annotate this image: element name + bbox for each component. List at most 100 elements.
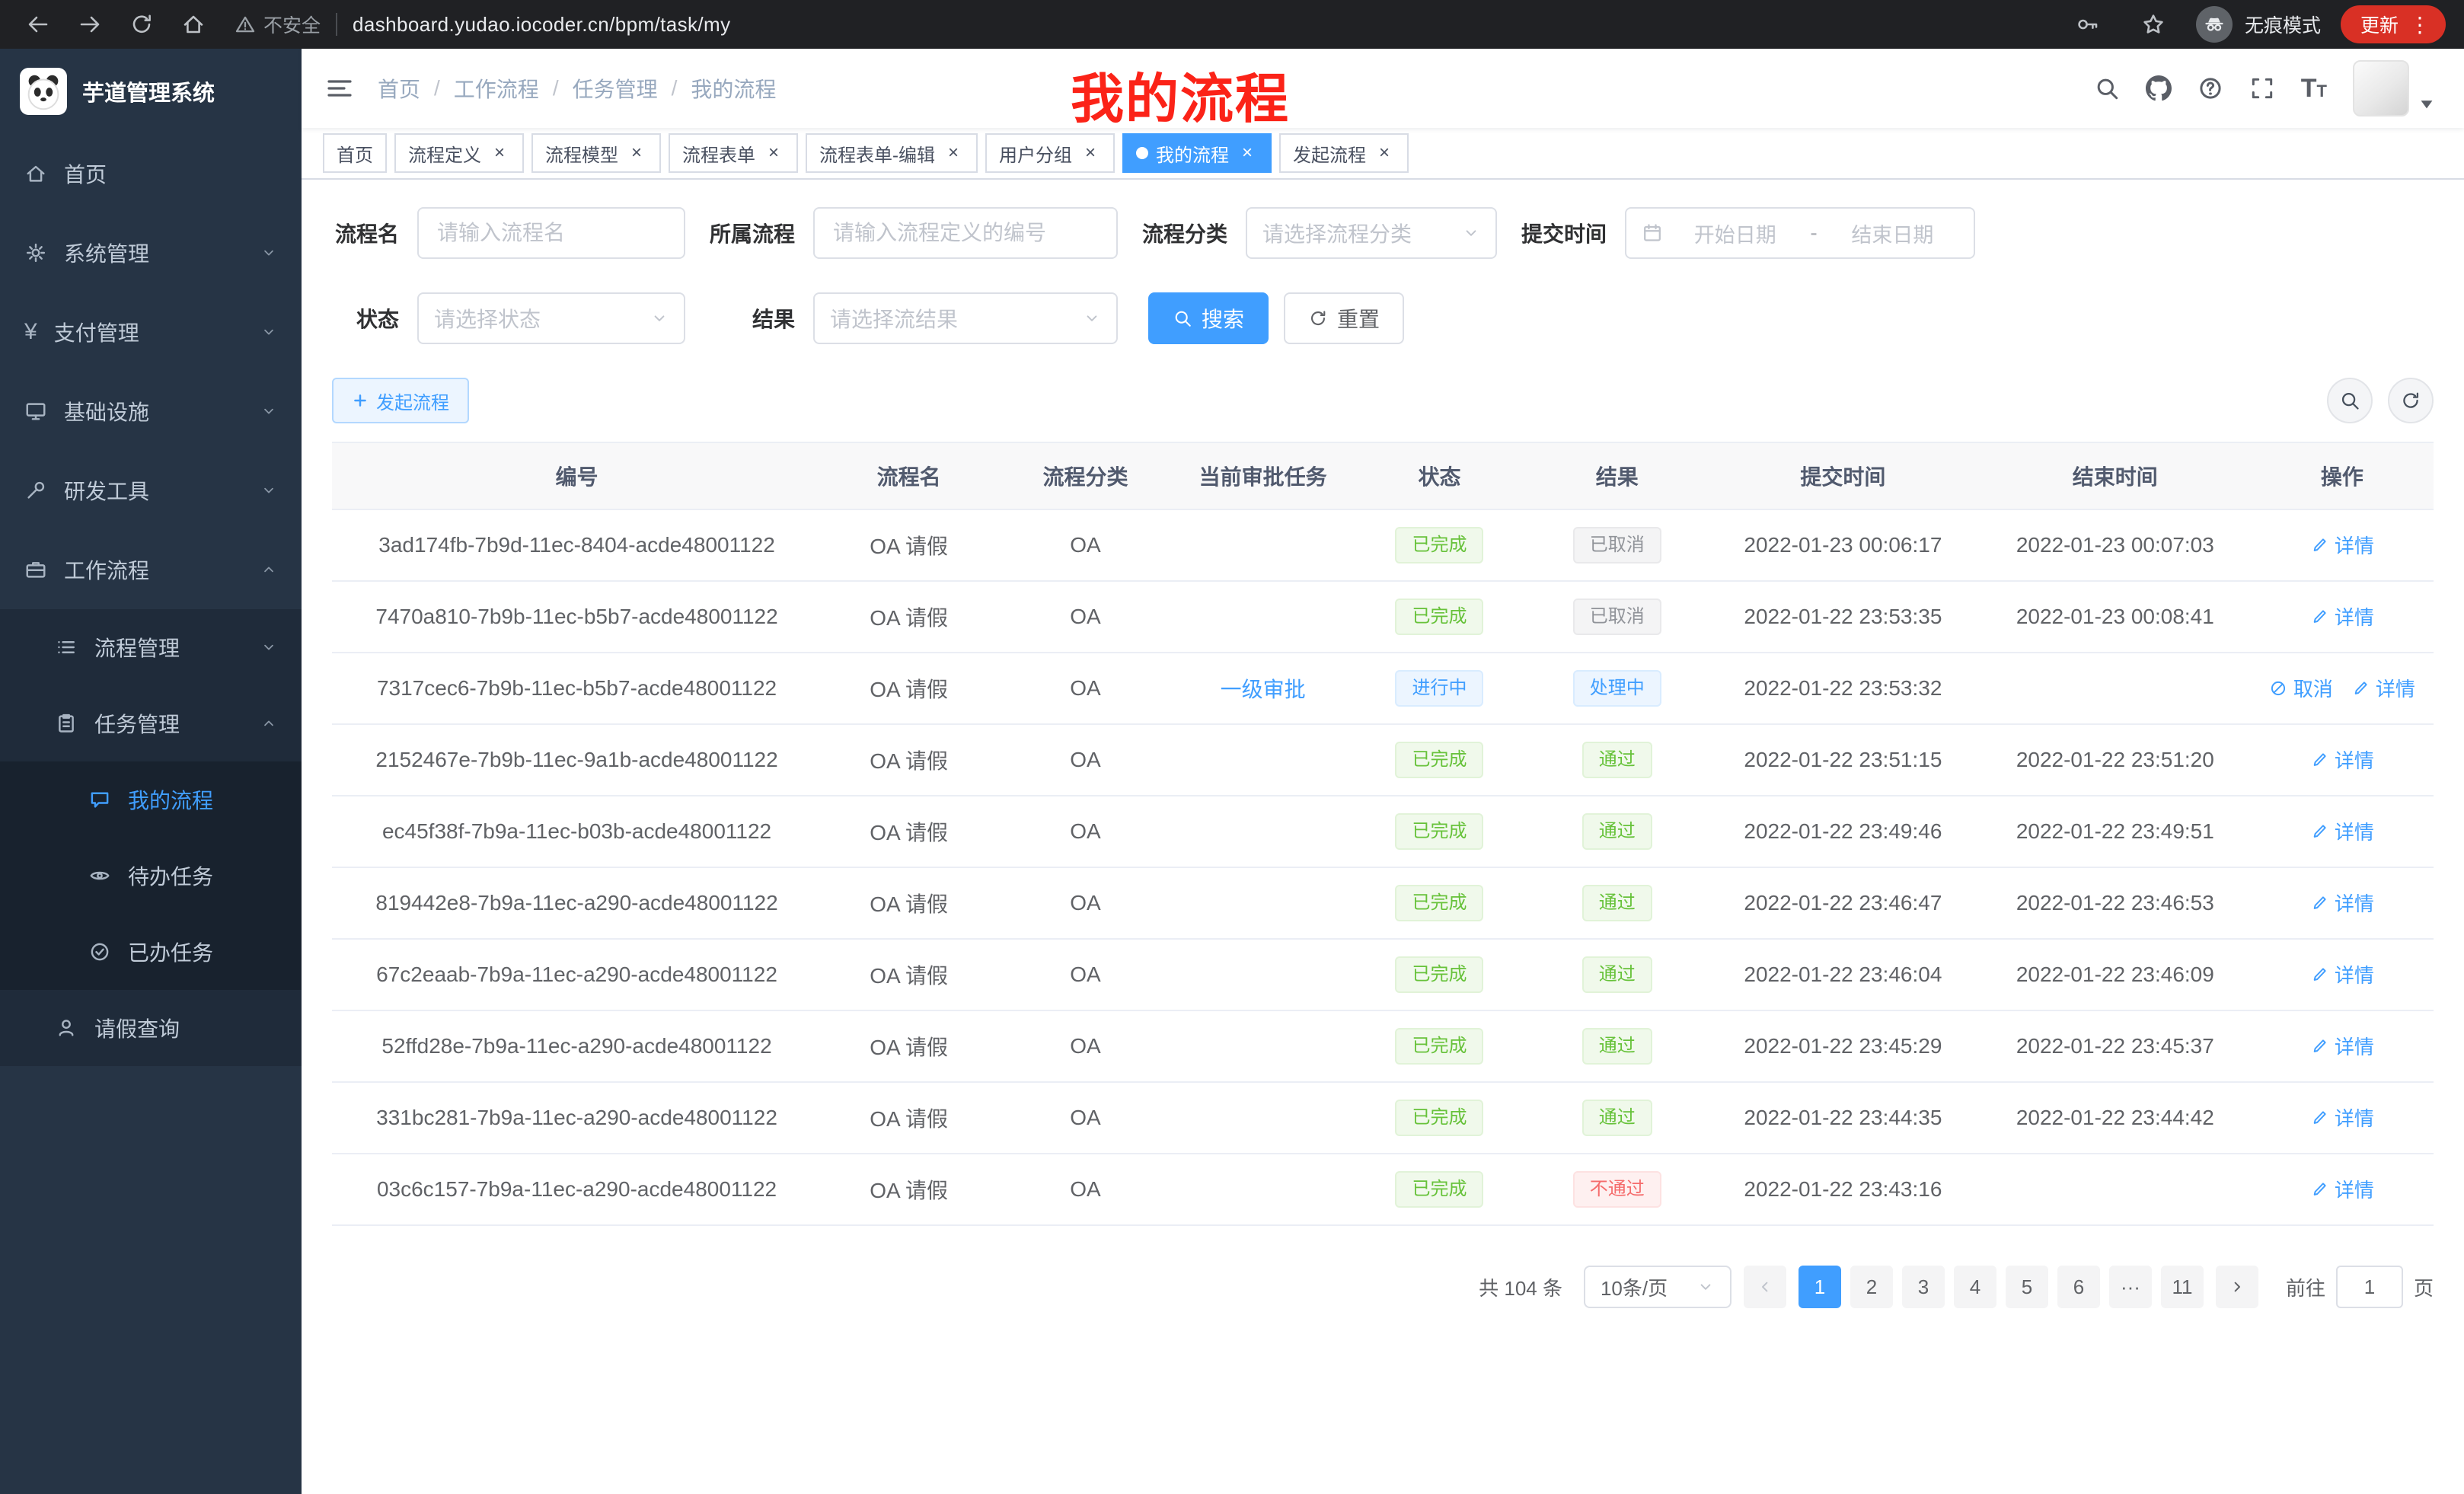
table-row: 67c2eaab-7b9a-11ec-a290-acde48001122OA 请…: [332, 939, 2434, 1010]
page-button[interactable]: 1: [1799, 1266, 1841, 1308]
breadcrumb-item[interactable]: 工作流程: [454, 73, 539, 104]
process-definition-input[interactable]: [813, 207, 1118, 259]
detail-action-link[interactable]: 详情: [2310, 817, 2374, 845]
github-icon[interactable]: [2146, 75, 2172, 101]
page-button[interactable]: 11: [2161, 1266, 2204, 1308]
home-icon: [24, 162, 47, 185]
warning-icon: [235, 14, 256, 35]
close-icon[interactable]: ×: [626, 142, 647, 164]
cell-actions: 详情: [2251, 1082, 2434, 1154]
tab-item[interactable]: 流程定义×: [394, 133, 524, 173]
browser-back-icon[interactable]: [15, 12, 61, 37]
close-icon[interactable]: ×: [763, 142, 784, 164]
sidebar-item[interactable]: 系统管理: [0, 213, 302, 292]
avatar[interactable]: [2353, 60, 2409, 117]
detail-action-link[interactable]: 详情: [2310, 960, 2374, 988]
result-badge: 已取消: [1573, 599, 1661, 635]
breadcrumb-item[interactable]: 首页: [378, 73, 420, 104]
status-select[interactable]: 请选择状态: [417, 292, 685, 344]
tab-item[interactable]: 我的流程×: [1122, 133, 1272, 173]
security-indicator[interactable]: 不安全: [235, 11, 321, 38]
category-select[interactable]: 请选择流程分类: [1246, 207, 1497, 259]
process-name-input[interactable]: [417, 207, 685, 259]
browser-home-icon[interactable]: [171, 12, 216, 37]
next-page-button[interactable]: [2216, 1266, 2258, 1308]
hamburger-icon[interactable]: [326, 76, 353, 101]
help-icon[interactable]: [2197, 75, 2223, 101]
tab-item[interactable]: 流程表单-编辑×: [806, 133, 978, 173]
prev-page-button[interactable]: [1744, 1266, 1786, 1308]
font-size-icon[interactable]: TT: [2301, 75, 2327, 101]
detail-action-link[interactable]: 详情: [2310, 1103, 2374, 1132]
detail-action-link[interactable]: 详情: [2310, 1032, 2374, 1060]
page-button[interactable]: 6: [2057, 1266, 2100, 1308]
tab-item[interactable]: 流程模型×: [531, 133, 661, 173]
app-logo-row[interactable]: 芋道管理系统: [0, 49, 302, 134]
browser-actions: 无痕模式 更新 ⋮: [2065, 5, 2449, 43]
more-pages-button[interactable]: ···: [2109, 1266, 2152, 1308]
browser-toolbar: 不安全 dashboard.yudao.iocoder.cn/bpm/task/…: [0, 0, 2464, 49]
create-process-button[interactable]: 发起流程: [332, 378, 469, 423]
sidebar-item[interactable]: 工作流程: [0, 530, 302, 609]
sidebar-item[interactable]: 已办任务: [0, 914, 302, 990]
search-button[interactable]: 搜索: [1148, 292, 1269, 344]
bookmark-star-icon[interactable]: [2130, 12, 2176, 37]
page-button[interactable]: 2: [1850, 1266, 1893, 1308]
page-size-select[interactable]: 10条/页: [1584, 1266, 1732, 1308]
range-separator: -: [1807, 221, 1820, 245]
reset-button[interactable]: 重置: [1284, 292, 1404, 344]
sidebar-item[interactable]: ¥支付管理: [0, 292, 302, 372]
page-button[interactable]: 5: [2006, 1266, 2048, 1308]
browser-menu-dots-icon[interactable]: ⋮: [2403, 12, 2437, 37]
detail-action-link[interactable]: 详情: [2310, 889, 2374, 917]
cell-current-task: [1175, 509, 1352, 581]
refresh-table-button[interactable]: [2388, 378, 2434, 423]
toggle-search-button[interactable]: [2327, 378, 2373, 423]
current-task-link[interactable]: 一级审批: [1221, 678, 1306, 701]
sidebar-item[interactable]: 我的流程: [0, 761, 302, 838]
fullscreen-icon[interactable]: [2249, 75, 2275, 101]
detail-action-link[interactable]: 详情: [2310, 531, 2374, 559]
action-label: 详情: [2376, 674, 2415, 702]
sidebar-item[interactable]: 基础设施: [0, 372, 302, 451]
user-menu[interactable]: [2353, 60, 2440, 117]
cell-process-name: OA 请假: [822, 1154, 996, 1225]
tab-item[interactable]: 首页: [323, 133, 387, 173]
tab-item[interactable]: 用户分组×: [985, 133, 1115, 173]
close-icon[interactable]: ×: [489, 142, 510, 164]
search-icon[interactable]: [2094, 75, 2120, 101]
process-table: 编号 流程名 流程分类 当前审批任务 状态 结果 提交时间 结束时间 操作 3a…: [332, 442, 2434, 1226]
tab-item[interactable]: 流程表单×: [669, 133, 798, 173]
close-icon[interactable]: ×: [1080, 142, 1101, 164]
sidebar-item[interactable]: 研发工具: [0, 451, 302, 530]
close-icon[interactable]: ×: [1374, 142, 1395, 164]
address-bar[interactable]: 不安全 dashboard.yudao.iocoder.cn/bpm/task/…: [235, 11, 2059, 38]
close-icon[interactable]: ×: [1237, 142, 1258, 164]
breadcrumb-item[interactable]: 任务管理: [573, 73, 658, 104]
action-label: 详情: [2335, 1032, 2374, 1060]
sidebar-item[interactable]: 流程管理: [0, 609, 302, 685]
sidebar-item[interactable]: 首页: [0, 134, 302, 213]
sidebar-item[interactable]: 请假查询: [0, 990, 302, 1066]
browser-reload-icon[interactable]: [119, 12, 164, 37]
browser-forward-icon[interactable]: [67, 12, 113, 37]
chevron-down-icon: [1462, 224, 1480, 242]
submit-time-range-picker[interactable]: 开始日期 - 结束日期: [1625, 207, 1975, 259]
password-key-icon[interactable]: [2065, 12, 2111, 37]
page-button[interactable]: 4: [1954, 1266, 1996, 1308]
detail-action-link[interactable]: 详情: [2351, 674, 2415, 702]
result-select[interactable]: 请选择流结果: [813, 292, 1118, 344]
cancel-action-link[interactable]: 取消: [2269, 674, 2333, 702]
main-area: 首页/工作流程/任务管理/我的流程 TT 我的流程 首页流程定义×流程模型×流程…: [302, 49, 2464, 1494]
cell-id: 2152467e-7b9b-11ec-9a1b-acde48001122: [332, 724, 822, 796]
page-button[interactable]: 3: [1902, 1266, 1945, 1308]
detail-action-link[interactable]: 详情: [2310, 745, 2374, 774]
sidebar-item[interactable]: 待办任务: [0, 838, 302, 914]
detail-action-link[interactable]: 详情: [2310, 602, 2374, 630]
detail-action-link[interactable]: 详情: [2310, 1175, 2374, 1203]
update-button[interactable]: 更新 ⋮: [2341, 5, 2446, 43]
tab-item[interactable]: 发起流程×: [1279, 133, 1409, 173]
sidebar-item[interactable]: 任务管理: [0, 685, 302, 761]
close-icon[interactable]: ×: [943, 142, 964, 164]
goto-page-input[interactable]: [2336, 1266, 2403, 1308]
